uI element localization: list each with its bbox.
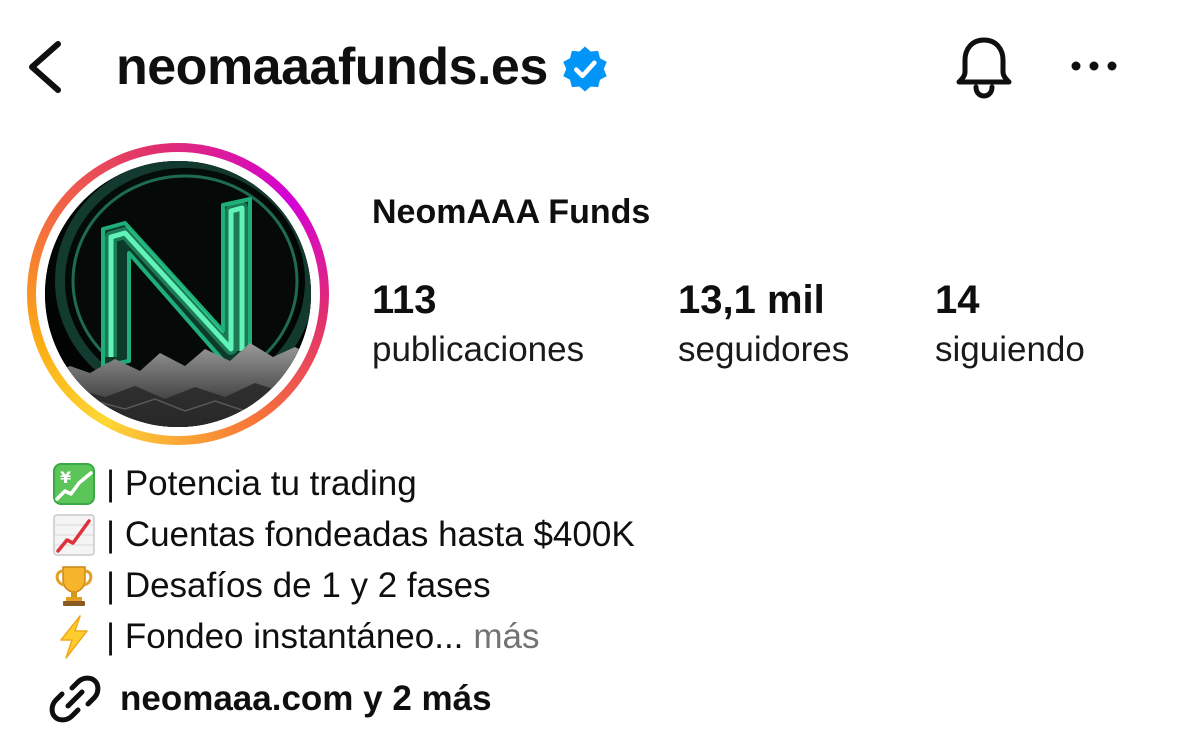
back-chevron-icon[interactable] [22,38,70,96]
bio: ¥ | Potencia tu trading | Cuentas fondea… [48,458,635,662]
following-count-stat[interactable]: 14 siguiendo [935,278,1085,372]
posts-count-stat[interactable]: 113 publicaciones [372,278,584,372]
following-count: 14 [935,278,980,322]
lightning-icon [48,614,100,659]
bio-text: | Potencia tu trading [106,463,417,503]
chart-yen-icon: ¥ [48,462,100,506]
bio-more-link[interactable]: más [473,617,539,657]
bio-line: ¥ | Potencia tu trading [48,458,635,509]
link-icon [49,675,101,723]
bio-text: | Cuentas fondeadas hasta $400K [106,514,635,554]
chart-increasing-icon [48,513,100,557]
notification-bell-icon[interactable] [948,30,1020,102]
avatar [45,161,311,427]
followers-label: seguidores [678,330,850,369]
followers-count: 13,1 mil [678,278,825,322]
following-label: siguiendo [935,330,1085,369]
profile-header: neomaaafunds.es [0,0,1179,135]
trophy-icon [48,564,100,608]
bio-line: | Desafíos de 1 y 2 fases [48,560,635,611]
bio-text: | Fondeo instantáneo... [106,616,464,656]
neon-n-logo-image [45,161,311,427]
followers-count-stat[interactable]: 13,1 mil seguidores [678,278,849,372]
bio-line: | Fondeo instantáneo... más [48,611,635,662]
display-name: NeomAAA Funds [372,193,651,231]
profile-link[interactable]: neomaaa.com y 2 más [48,672,492,726]
svg-text:¥: ¥ [60,468,71,487]
avatar-story-ring[interactable] [27,143,329,445]
more-options-icon[interactable] [1066,46,1126,86]
username-title: neomaaafunds.es [116,34,610,100]
posts-count: 113 [372,278,437,322]
username: neomaaafunds.es [116,38,548,96]
bio-text: | Desafíos de 1 y 2 fases [106,565,491,605]
bio-line: | Cuentas fondeadas hasta $400K [48,509,635,560]
verified-badge-icon [563,46,607,92]
profile-link-text: neomaaa.com y 2 más [120,679,492,718]
posts-label: publicaciones [372,330,585,369]
